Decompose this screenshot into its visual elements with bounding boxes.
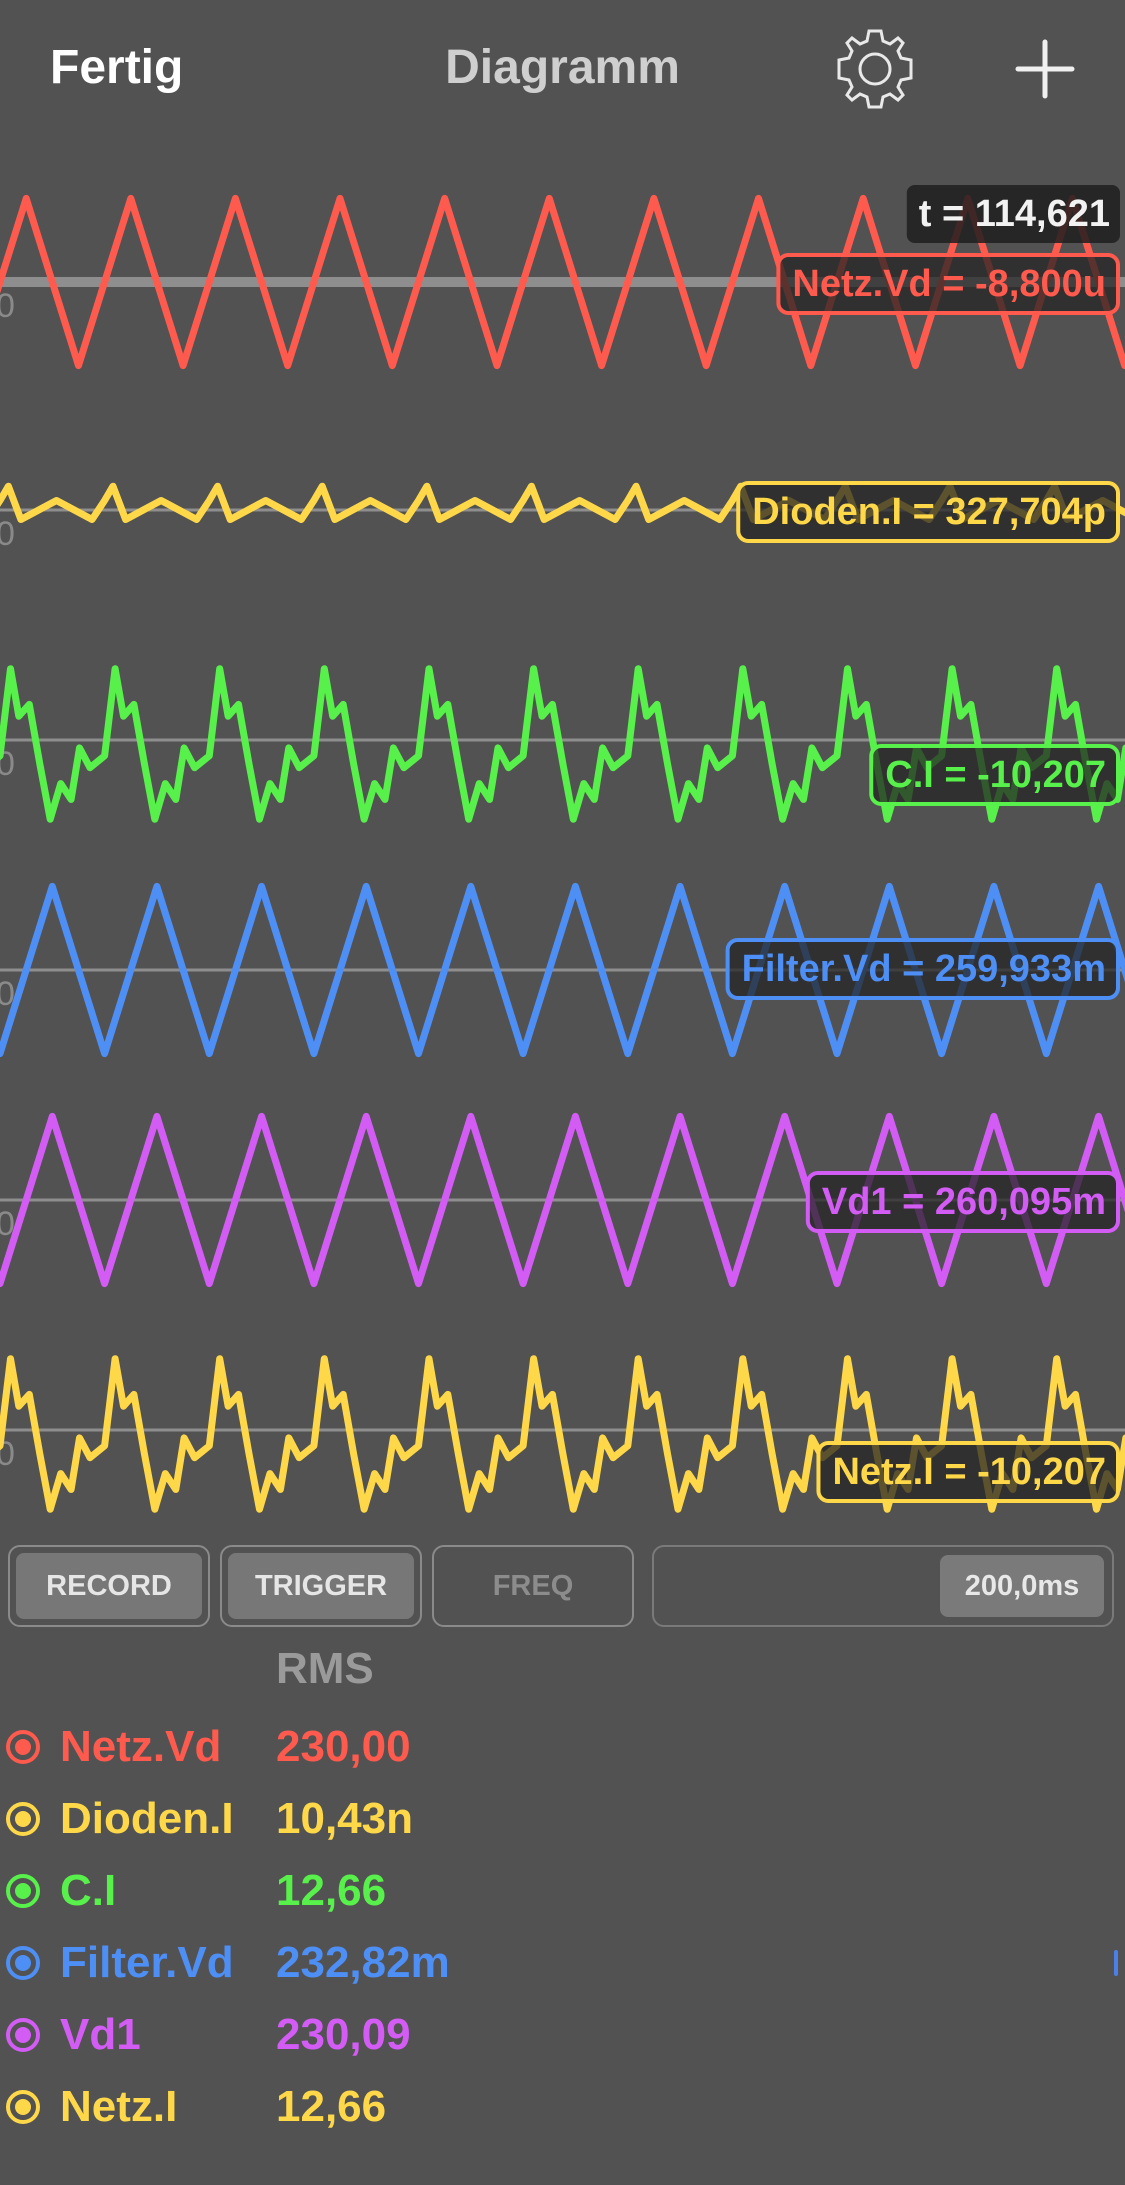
freq-button-label: FREQ [492, 1569, 574, 1602]
cursor-value-label: Netz.I = -10,207 [832, 1451, 1106, 1493]
signal-rms: 12,66 [276, 1866, 387, 1915]
legend-row-filter-vd[interactable]: Filter.Vd 232,82m [0, 1928, 700, 1998]
timebase-value: 200,0ms [940, 1555, 1104, 1617]
cursor-value-label: C.I = -10,207 [885, 754, 1106, 796]
legend-row-c-i[interactable]: C.I 12,66 [0, 1856, 700, 1926]
cursor-value-label: Vd1 = 260,095m [822, 1181, 1106, 1223]
signal-name: Dioden.I [60, 1794, 234, 1843]
signal-rms: 232,82m [276, 1938, 450, 1987]
cursor-value-label: Netz.Vd = -8,800u [792, 263, 1106, 305]
signal-rms: 10,43n [276, 1794, 413, 1843]
signal-rms: 12,66 [276, 2082, 387, 2131]
cursor-value-label: Dioden.I = 327,704p [752, 491, 1106, 533]
signal-name: Netz.I [60, 2082, 178, 2131]
control-bar: RECORD TRIGGER FREQ 200,0ms [0, 1545, 1125, 1630]
radio-dot-icon[interactable] [6, 1802, 40, 1836]
trigger-button[interactable]: TRIGGER [220, 1545, 422, 1627]
signal-name: Vd1 [60, 2010, 141, 2059]
cursor-value-label: Filter.Vd = 259,933m [742, 948, 1106, 990]
signal-name: C.I [60, 1866, 117, 1915]
trigger-button-label: TRIGGER [228, 1553, 414, 1619]
gear-icon[interactable] [832, 26, 918, 112]
page-title: Diagramm [445, 41, 680, 94]
freq-button[interactable]: FREQ [432, 1545, 634, 1627]
signal-name: Netz.Vd [60, 1722, 222, 1771]
scroll-indicator[interactable] [1114, 1950, 1118, 1976]
radio-dot-icon[interactable] [6, 1874, 40, 1908]
radio-dot-icon[interactable] [6, 2018, 40, 2052]
signal-name: Filter.Vd [60, 1938, 234, 1987]
oscilloscope-plot[interactable]: 000000Netz.Vd = -8,800uDioden.I = 327,70… [0, 140, 1125, 1540]
radio-dot-icon[interactable] [6, 1730, 40, 1764]
add-icon[interactable] [1010, 34, 1080, 104]
legend-row-netz-vd[interactable]: Netz.Vd 230,00 [0, 1712, 700, 1782]
radio-dot-icon[interactable] [6, 1946, 40, 1980]
navigation-bar: Fertig Diagramm [0, 0, 1125, 140]
record-button-label: RECORD [16, 1553, 202, 1619]
legend-row-dioden-i[interactable]: Dioden.I 10,43n [0, 1784, 700, 1854]
cursor-time-label: t = 114,621 [919, 193, 1110, 235]
zero-label: 0 [0, 287, 15, 325]
record-button[interactable]: RECORD [8, 1545, 210, 1627]
rms-column-header: RMS [276, 1644, 374, 1693]
signal-rms: 230,00 [276, 1722, 411, 1771]
zero-label: 0 [0, 515, 15, 553]
signal-rms: 230,09 [276, 2010, 411, 2059]
legend-row-netz-i[interactable]: Netz.I 12,66 [0, 2072, 700, 2142]
legend-row-vd1[interactable]: Vd1 230,09 [0, 2000, 700, 2070]
radio-dot-icon[interactable] [6, 2090, 40, 2124]
timebase-slider[interactable]: 200,0ms [652, 1545, 1114, 1627]
